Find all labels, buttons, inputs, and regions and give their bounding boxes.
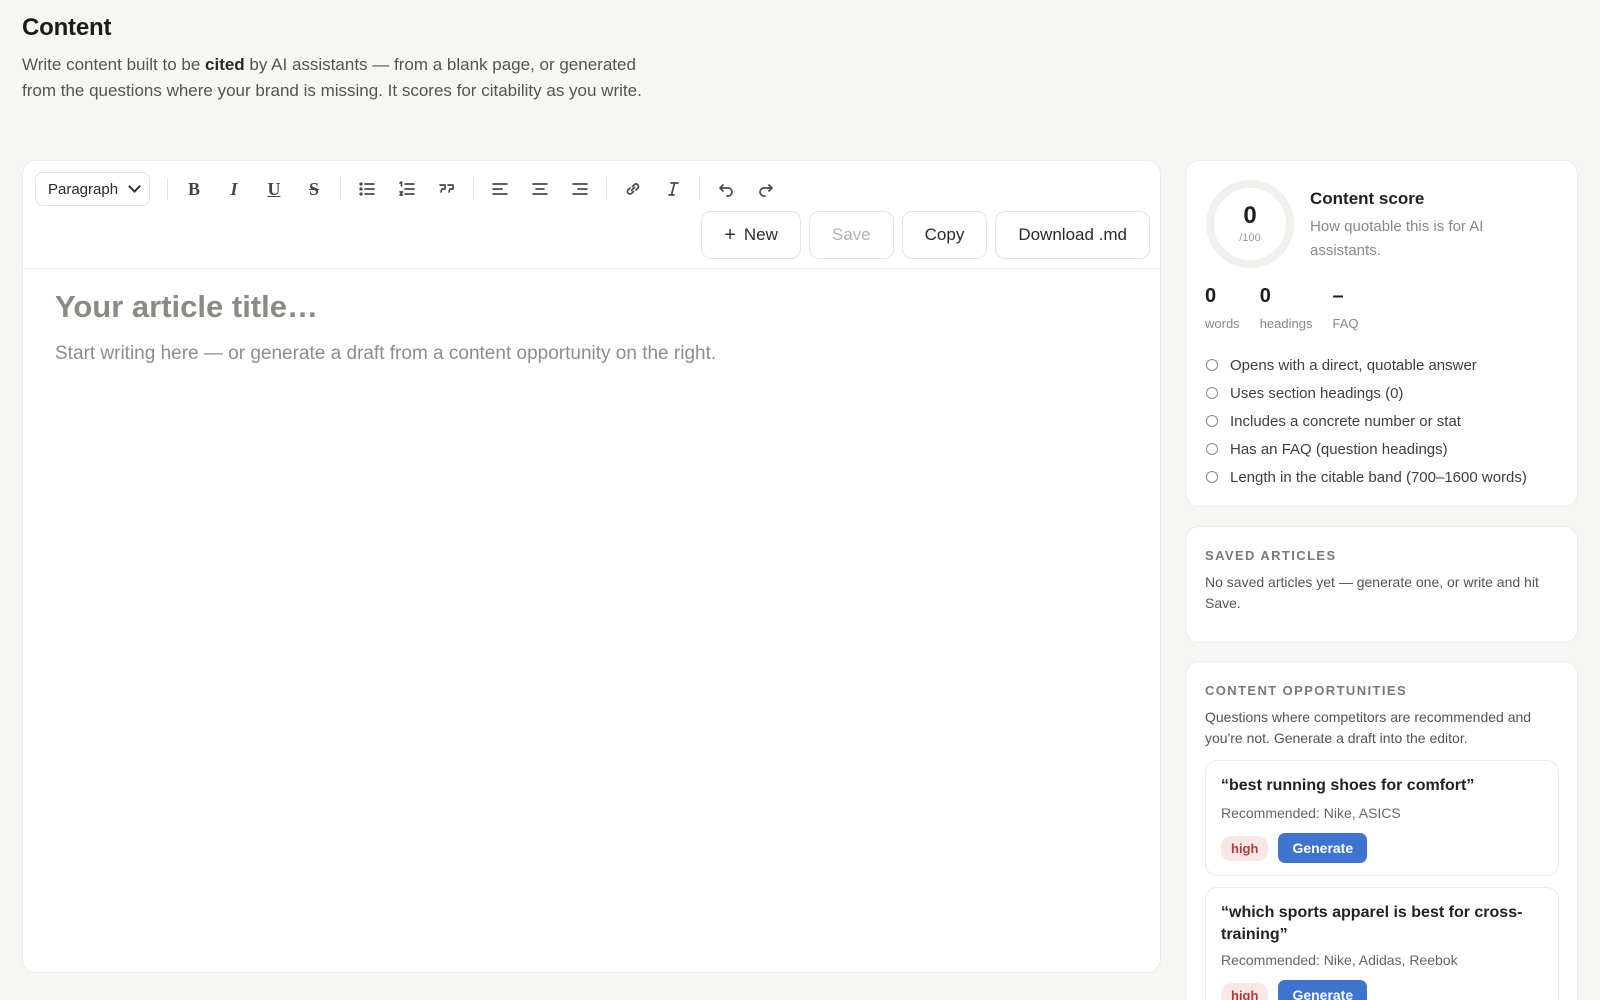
bold-icon[interactable]: B bbox=[174, 173, 214, 205]
score-subtitle: How quotable this is for AI assistants. bbox=[1310, 218, 1484, 259]
stat-headings: 0 headings bbox=[1260, 285, 1313, 331]
new-label: New bbox=[743, 225, 778, 244]
redo-icon[interactable] bbox=[746, 173, 786, 205]
opportunity-tags: high Generate bbox=[1221, 833, 1368, 863]
download-button[interactable]: Download .md bbox=[995, 211, 1150, 259]
divider bbox=[167, 178, 168, 200]
content-score-card: 0 /100 Content score How quotable this i… bbox=[1185, 160, 1578, 507]
copy-button[interactable]: Copy bbox=[901, 211, 988, 259]
saved-articles-empty: No saved articles yet — generate one, or… bbox=[1205, 574, 1539, 611]
bullet-list-icon[interactable] bbox=[347, 173, 387, 205]
opportunity-item: “best running shoes for comfort” Recomme… bbox=[1205, 760, 1559, 876]
checklist-label: Uses section headings (0) bbox=[1230, 384, 1404, 402]
empty-circle-icon bbox=[1206, 471, 1218, 483]
editor-toolbar: Paragraph B I U S + New Save Copy Downlo… bbox=[23, 161, 1160, 269]
score-title: Content score bbox=[1310, 189, 1425, 208]
stat-value: – bbox=[1332, 285, 1344, 307]
editor-panel: Paragraph B I U S + New Save Copy Downlo… bbox=[22, 160, 1161, 973]
saved-articles-card: SAVED ARTICLES No saved articles yet — g… bbox=[1185, 526, 1578, 643]
underline-icon[interactable]: U bbox=[254, 173, 294, 205]
checklist-item: Length in the citable band (700–1600 wor… bbox=[1206, 463, 1527, 491]
plus-icon: + bbox=[724, 223, 736, 246]
checklist-label: Length in the citable band (700–1600 wor… bbox=[1230, 468, 1527, 486]
divider bbox=[606, 178, 607, 200]
desc-bold: cited bbox=[205, 55, 245, 74]
save-label: Save bbox=[831, 225, 871, 244]
score-value: 0 bbox=[1243, 202, 1257, 229]
align-center-icon[interactable] bbox=[520, 173, 560, 205]
opportunity-item: “which sports apparel is best for cross-… bbox=[1205, 887, 1559, 1000]
checklist-item: Opens with a direct, quotable answer bbox=[1206, 351, 1527, 379]
priority-badge: high bbox=[1221, 982, 1269, 1000]
desc-text: Write content built to be bbox=[22, 55, 206, 74]
stat-label: headings bbox=[1259, 316, 1313, 331]
score-stats: 0 words 0 headings – FAQ bbox=[1205, 285, 1358, 331]
checklist-label: Includes a concrete number or stat bbox=[1230, 412, 1461, 430]
article-title-input[interactable]: Your article title… bbox=[55, 289, 318, 325]
opportunity-recommended: Recommended: Nike, Adidas, Reebok bbox=[1221, 952, 1458, 968]
save-button[interactable]: Save bbox=[808, 211, 894, 259]
empty-circle-icon bbox=[1206, 387, 1218, 399]
numbered-list-icon[interactable] bbox=[387, 173, 427, 205]
opportunity-tags: high Generate bbox=[1221, 980, 1368, 1000]
page-header: Content Write content built to be cited … bbox=[22, 14, 662, 104]
checklist-label: Has an FAQ (question headings) bbox=[1230, 440, 1448, 458]
undo-icon[interactable] bbox=[706, 173, 746, 205]
article-body-input[interactable]: Start writing here — or generate a draft… bbox=[55, 343, 716, 365]
editor-actions: + New Save Copy Download .md bbox=[701, 211, 1150, 259]
block-type-select[interactable]: Paragraph bbox=[35, 172, 150, 206]
score-ring: 0 /100 bbox=[1206, 180, 1294, 268]
clear-format-icon[interactable] bbox=[653, 173, 693, 205]
opportunity-question: “which sports apparel is best for cross-… bbox=[1221, 904, 1523, 943]
divider bbox=[340, 178, 341, 200]
generate-button[interactable]: Generate bbox=[1278, 833, 1368, 863]
download-label: Download .md bbox=[1018, 225, 1127, 244]
block-type-value: Paragraph bbox=[48, 180, 119, 198]
stat-value: 0 bbox=[1259, 285, 1271, 307]
empty-circle-icon bbox=[1206, 359, 1218, 371]
italic-icon[interactable]: I bbox=[214, 173, 254, 205]
stat-faq: – FAQ bbox=[1332, 285, 1358, 331]
empty-circle-icon bbox=[1206, 415, 1218, 427]
opportunity-question: “best running shoes for comfort” bbox=[1221, 777, 1475, 794]
divider bbox=[473, 178, 474, 200]
stat-label: FAQ bbox=[1332, 316, 1359, 331]
generate-button[interactable]: Generate bbox=[1278, 980, 1368, 1000]
opportunity-recommended: Recommended: Nike, ASICS bbox=[1221, 805, 1401, 821]
empty-circle-icon bbox=[1206, 443, 1218, 455]
opportunities-heading: CONTENT OPPORTUNITIES bbox=[1205, 683, 1408, 698]
link-icon[interactable] bbox=[613, 173, 653, 205]
align-left-icon[interactable] bbox=[480, 173, 520, 205]
stat-value: 0 bbox=[1205, 285, 1217, 307]
saved-articles-heading: SAVED ARTICLES bbox=[1205, 548, 1337, 563]
divider bbox=[699, 178, 700, 200]
align-right-icon[interactable] bbox=[560, 173, 600, 205]
format-tools: B I U S bbox=[161, 173, 786, 205]
checklist-label: Opens with a direct, quotable answer bbox=[1230, 356, 1477, 374]
checklist-item: Uses section headings (0) bbox=[1206, 379, 1527, 407]
opportunities-description: Questions where competitors are recommen… bbox=[1205, 709, 1532, 746]
quote-icon[interactable] bbox=[427, 173, 467, 205]
score-max: /100 bbox=[1239, 232, 1261, 244]
page-description: Write content built to be cited by AI as… bbox=[22, 52, 662, 104]
content-opportunities-card: CONTENT OPPORTUNITIES Questions where co… bbox=[1185, 661, 1578, 1000]
chevron-down-icon bbox=[128, 180, 141, 193]
copy-label: Copy bbox=[924, 225, 965, 244]
score-checklist: Opens with a direct, quotable answer Use… bbox=[1206, 351, 1527, 491]
strikethrough-icon[interactable]: S bbox=[294, 173, 334, 205]
checklist-item: Includes a concrete number or stat bbox=[1206, 407, 1527, 435]
new-button[interactable]: + New bbox=[701, 211, 801, 259]
stat-label: words bbox=[1205, 316, 1240, 331]
page-title: Content bbox=[22, 14, 112, 41]
stat-words: 0 words bbox=[1205, 285, 1240, 331]
priority-badge: high bbox=[1221, 835, 1269, 861]
checklist-item: Has an FAQ (question headings) bbox=[1206, 435, 1527, 463]
